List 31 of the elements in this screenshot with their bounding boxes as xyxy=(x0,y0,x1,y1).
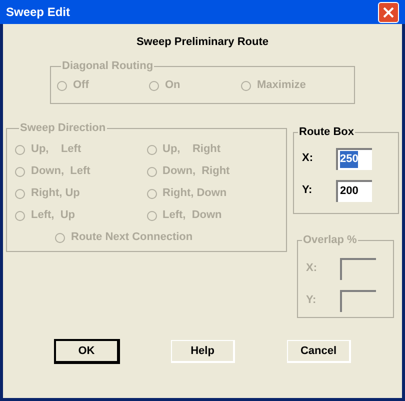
field-label: Y: xyxy=(301,183,314,198)
group-title: Sweep Direction xyxy=(19,121,107,136)
radio-label: Up, Right xyxy=(162,142,221,158)
field-value: 200 xyxy=(340,184,358,200)
field-label: Y: xyxy=(305,293,318,308)
group-title: Route Box xyxy=(298,125,355,140)
close-button[interactable] xyxy=(378,2,399,22)
radio-label: Down, Left xyxy=(31,164,90,180)
input-field[interactable]: 250 xyxy=(336,148,372,170)
field-label: X: xyxy=(305,261,318,276)
radio-label: Down, Right xyxy=(162,164,230,180)
radio-label: Off xyxy=(73,78,89,94)
window-title: Sweep Edit xyxy=(6,4,70,21)
dialog-button[interactable]: OK xyxy=(55,340,119,363)
dialog-button[interactable]: Help xyxy=(171,340,235,363)
radio-label: Up, Left xyxy=(31,142,82,158)
radio-label: On xyxy=(165,78,180,94)
radio-label: Route Next Connection xyxy=(71,230,193,246)
radio-label: Right, Down xyxy=(162,186,227,202)
group-title: Overlap % xyxy=(302,233,358,248)
close-icon xyxy=(383,6,394,18)
dialog-heading: Sweep Preliminary Route xyxy=(136,35,269,50)
input-field[interactable]: 200 xyxy=(336,180,372,202)
radio-label: Right, Up xyxy=(31,186,80,202)
group-title: Diagonal Routing xyxy=(61,59,154,74)
radio-label: Maximize xyxy=(257,78,306,94)
radio-label: Left, Up xyxy=(31,208,75,224)
field-label: X: xyxy=(301,151,314,166)
dialog-button[interactable]: Cancel xyxy=(287,340,351,363)
radio-label: Left, Down xyxy=(162,208,222,224)
field-value: 250 xyxy=(340,151,358,168)
